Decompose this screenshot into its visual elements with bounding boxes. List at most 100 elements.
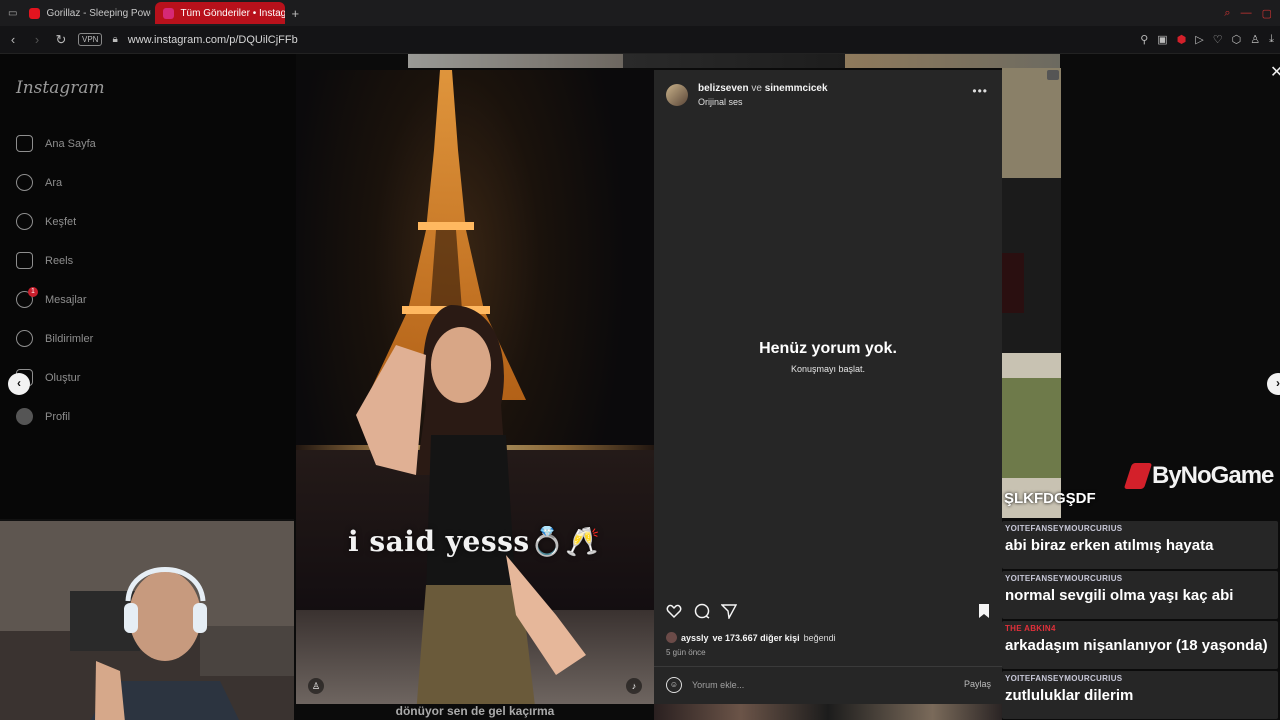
chat-text: zutluluklar dilerim <box>1005 687 1134 704</box>
post-comment-button[interactable]: Paylaş <box>964 679 991 689</box>
chat-message: THE ABKIN4 arkadaşım nişanlanıyor (18 ya… <box>1002 621 1278 669</box>
sidebar-item-home[interactable]: Ana Sayfa <box>16 135 96 152</box>
avatar-icon <box>16 408 33 425</box>
home-icon <box>16 135 33 152</box>
address-bar: ‹ › ↻ VPN 🔒︎ www.instagram.com/p/DQUilCj… <box>0 26 1280 54</box>
sidebar-item-label: Keşfet <box>45 215 77 228</box>
minimize-icon[interactable]: — <box>1241 7 1252 20</box>
next-post-button[interactable]: › <box>1267 373 1280 395</box>
profile-icon[interactable]: ♙ <box>1250 33 1260 46</box>
chat-message: YOITEFANSEYMOURCURIUS zutluluklar dileri… <box>1002 671 1278 719</box>
messenger-icon: 1 <box>16 287 38 308</box>
sidebar-item-messages[interactable]: 1 Mesajlar <box>16 287 87 308</box>
comment-icon[interactable] <box>694 603 710 619</box>
save-icon[interactable] <box>976 603 992 619</box>
more-options-icon[interactable]: ••• <box>972 84 988 98</box>
sidebar-item-label: Reels <box>45 254 74 267</box>
sidebar-item-label: Oluştur <box>45 371 81 384</box>
streamer-webcam <box>0 519 294 720</box>
liker-avatar <box>666 632 677 643</box>
post-timestamp[interactable]: 5 gün önce <box>666 648 706 657</box>
forward-icon[interactable]: › <box>30 32 44 47</box>
search-tabs-icon[interactable]: ⌕ <box>1224 7 1230 20</box>
chat-text: arkadaşım nişanlanıyor (18 yaşonda) <box>1005 637 1268 654</box>
reload-icon[interactable]: ↻ <box>54 32 68 48</box>
thumbnail-art <box>1002 68 1061 518</box>
tab-label: Gorillaz - Sleeping Powde <box>46 7 152 19</box>
post-authors: belizseven ve sinemmcicek <box>698 83 828 94</box>
compass-icon <box>16 213 33 230</box>
instagram-logo[interactable]: Instagram <box>16 78 105 98</box>
new-tab-button[interactable]: + <box>291 6 299 21</box>
likes-count[interactable]: ve 173.667 diğer kişi <box>713 633 800 643</box>
sidebar-item-label: Bildirimler <box>45 332 94 345</box>
chat-message-partial: ŞLKFDGŞDF <box>1004 490 1096 507</box>
sidebar-item-reels[interactable]: Reels <box>16 252 73 269</box>
tab-youtube[interactable]: Gorillaz - Sleeping Powde <box>21 2 151 24</box>
sidebar-item-label: Mesajlar <box>45 293 87 306</box>
emoji-icon[interactable]: ☺ <box>666 677 682 693</box>
back-icon[interactable]: ‹ <box>6 32 20 47</box>
likes-summary: ayssly ve 173.667 diğer kişi beğendi <box>666 632 836 643</box>
video-caption: i said yesss💍🥂 <box>348 525 601 558</box>
adblock-shield-icon[interactable]: ⬢ <box>1177 33 1187 46</box>
window-controls: ⌕ — ▢ <box>1224 7 1280 20</box>
audio-link[interactable]: Orijinal ses <box>698 97 743 107</box>
author-link[interactable]: sinemmcicek <box>765 83 828 94</box>
maximize-icon[interactable]: ▢ <box>1262 7 1272 20</box>
reels-icon <box>16 252 33 269</box>
vpn-badge[interactable]: VPN <box>78 33 103 46</box>
volume-icon[interactable]: ♪ <box>626 678 642 694</box>
heart-icon <box>16 330 33 347</box>
workspaces-icon[interactable]: ▭ <box>8 8 17 19</box>
sidebar-item-label: Ana Sayfa <box>45 137 96 150</box>
chat-username: YOITEFANSEYMOURCURIUS <box>1005 524 1123 533</box>
sidebar-item-notifications[interactable]: Bildirimler <box>16 330 93 347</box>
backdrop <box>170 54 296 520</box>
close-icon[interactable]: ✕ <box>1270 62 1280 82</box>
tab-label: Tüm Gönderiler • Instagr <box>180 7 286 19</box>
person-graphic <box>356 305 586 704</box>
divider <box>654 666 1002 667</box>
unread-badge: 1 <box>28 287 38 297</box>
previous-post-button[interactable]: ‹ <box>8 373 30 395</box>
authors-joiner: ve <box>751 83 762 94</box>
stream-ticker: dönüyor sen de gel kaçırma <box>395 704 555 718</box>
pin-icon[interactable]: ⚲ <box>1140 33 1148 46</box>
background-thumbnails <box>408 54 1060 68</box>
heart-icon[interactable]: ♡ <box>1213 33 1223 46</box>
post-video[interactable]: i said yesss💍🥂 ♙ ♪ <box>296 70 654 704</box>
chat-username: YOITEFANSEYMOURCURIUS <box>1005 674 1123 683</box>
sidebar-item-profile[interactable]: Profil <box>16 408 70 425</box>
background-thumbnails-bottom <box>654 704 1002 720</box>
brand-label: ByNoGame <box>1152 462 1274 489</box>
screen: ▭ Gorillaz - Sleeping Powde Tüm Gönderil… <box>0 0 1280 720</box>
download-icon[interactable]: ⤓ <box>1269 33 1274 46</box>
post-details-panel: belizseven ve sinemmcicek Orijinal ses •… <box>654 70 1002 704</box>
chat-username: THE ABKIN4 <box>1005 624 1056 633</box>
bynogame-mark-icon <box>1123 463 1153 489</box>
background-thumbnail-right <box>1002 68 1061 518</box>
tab-instagram[interactable]: Tüm Gönderiler • Instagr <box>155 2 286 24</box>
search-icon <box>16 174 33 191</box>
tagged-user-icon[interactable]: ♙ <box>308 678 324 694</box>
toolbar-icons: ⚲ ▣ ⬢ ▷ ♡ ⬡ ♙ ⤓ <box>1140 33 1280 46</box>
bynogame-logo: ByNoGame <box>1123 462 1274 490</box>
author-avatar[interactable] <box>666 84 688 106</box>
snapshot-icon[interactable]: ▣ <box>1157 33 1167 46</box>
chat-username: YOITEFANSEYMOURCURIUS <box>1005 574 1123 583</box>
sidebar-item-search[interactable]: Ara <box>16 174 62 191</box>
share-icon[interactable] <box>721 603 737 619</box>
extensions-icon[interactable]: ⬡ <box>1232 33 1242 46</box>
liker-link[interactable]: ayssly <box>681 633 709 643</box>
author-link[interactable]: belizseven <box>698 83 749 94</box>
likes-suffix: beğendi <box>803 632 836 643</box>
chat-message: YOITEFANSEYMOURCURIUS normal sevgili olm… <box>1002 571 1278 619</box>
like-icon[interactable] <box>666 603 682 619</box>
comment-input[interactable] <box>692 677 942 693</box>
url-field[interactable]: www.instagram.com/p/DQUilCjFFb <box>128 34 298 46</box>
chat-message: YOITEFANSEYMOURCURIUS abi biraz erken at… <box>1002 521 1278 569</box>
instagram-sidebar <box>0 54 170 524</box>
play-icon[interactable]: ▷ <box>1195 33 1203 46</box>
sidebar-item-explore[interactable]: Keşfet <box>16 213 76 230</box>
